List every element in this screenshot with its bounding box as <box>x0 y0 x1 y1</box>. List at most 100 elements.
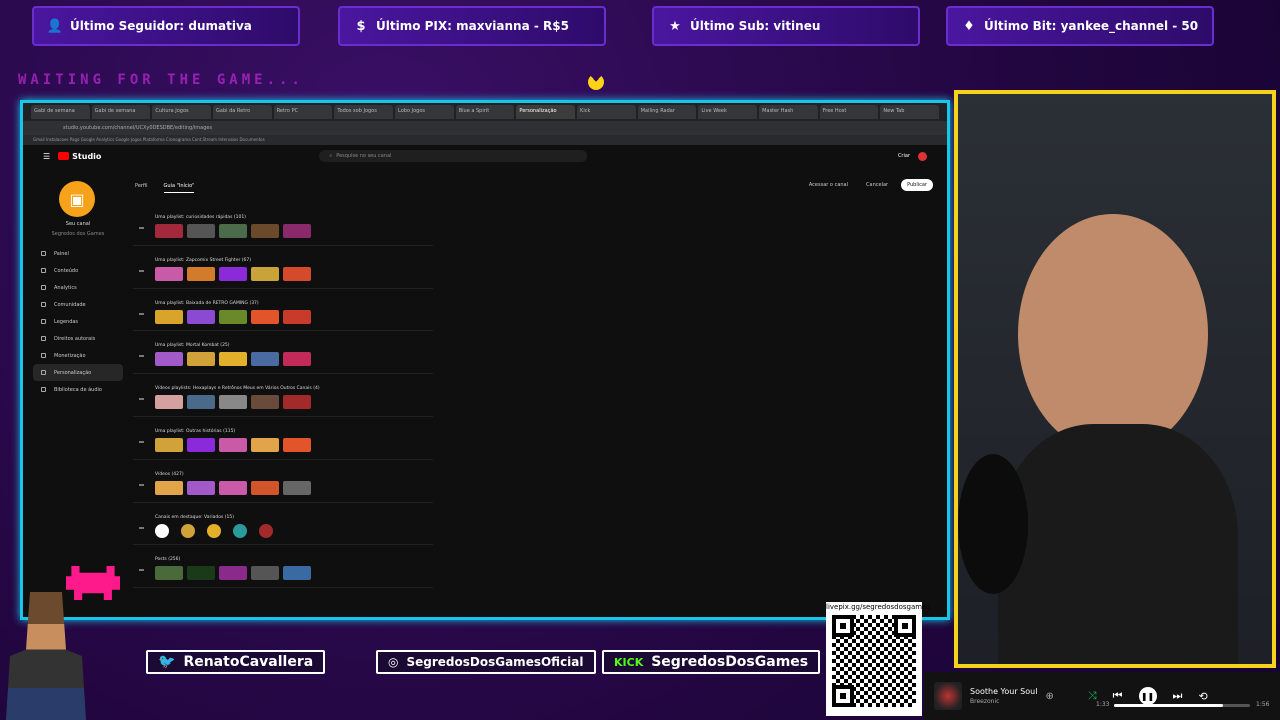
video-thumbnail <box>187 309 215 324</box>
sidebar-item-content[interactable]: Conteúdo <box>33 262 123 279</box>
social-label: RenatoCavallera <box>183 654 314 670</box>
video-thumbnail <box>283 352 311 367</box>
kick-icon: KICK <box>614 655 644 669</box>
video-thumbnail <box>155 266 183 281</box>
stat-label: Último Seguidor: dumativa <box>70 19 252 33</box>
home-section[interactable]: Uma playlist: Baixada de RETRO GAMING (3… <box>133 289 433 332</box>
browser-tab[interactable]: New Tab <box>880 105 940 119</box>
browser-tab[interactable]: Todos sob Jogos <box>334 105 394 119</box>
video-thumbnail <box>251 352 279 367</box>
sidebar-item-community[interactable]: Comunidade <box>33 296 123 313</box>
section-thumbnails <box>155 523 433 538</box>
copyright-icon <box>41 336 46 341</box>
video-thumbnail <box>187 437 215 452</box>
stat-last-sub: ★ Último Sub: vitineu <box>652 6 920 46</box>
cancel-button[interactable]: Cancelar <box>861 179 893 191</box>
brush-icon <box>41 370 46 375</box>
browser-tab[interactable]: Free Host <box>819 105 879 119</box>
studio-header: ☰ Studio ⌕ Pesquise no seu canal Criar <box>23 145 947 167</box>
video-thumbnail <box>251 437 279 452</box>
home-section[interactable]: Uma playlist: Zapcomix Street Fighter (6… <box>133 246 433 289</box>
browser-tab[interactable]: Retro PC <box>273 105 333 119</box>
progress-bar[interactable] <box>1114 704 1250 707</box>
home-section[interactable]: Canais em destaque: Variados (15) <box>133 503 433 546</box>
sidebar-item-subtitles[interactable]: Legendas <box>33 313 123 330</box>
track-artist: Breezonic <box>970 698 1000 705</box>
channel-avatar-thumbnail <box>155 523 169 538</box>
sidebar-item-customization[interactable]: Personalização <box>33 364 123 381</box>
drag-handle-icon[interactable] <box>139 398 144 401</box>
add-icon[interactable]: ⊕ <box>1045 691 1053 702</box>
tab-profile[interactable]: Perfil <box>135 183 148 193</box>
browser-tab-active[interactable]: Personalização <box>516 105 576 119</box>
pause-button[interactable]: ❚❚ <box>1138 687 1157 705</box>
tab-home[interactable]: Guia "Início" <box>163 183 195 193</box>
browser-tab[interactable]: Live Week <box>698 105 758 119</box>
browser-tab-strip: Gabi de semana Gabi de semana Cultura Jo… <box>23 103 947 121</box>
analytics-icon <box>41 285 46 290</box>
browser-tab[interactable]: Lobo Jogos <box>395 105 454 119</box>
search-input[interactable]: ⌕ Pesquise no seu canal <box>319 150 588 162</box>
social-instagram: ◎ SegredosDosGamesOficial <box>376 650 596 674</box>
section-title: Canais em destaque: Variados (15) <box>155 514 234 520</box>
browser-tab[interactable]: Mailing Radar <box>637 105 697 119</box>
home-section[interactable]: Uma playlist: curiosidades rápidas (101) <box>133 203 433 246</box>
stat-label: Último Bit: yankee_channel - 50 <box>984 19 1199 33</box>
menu-icon[interactable]: ☰ <box>43 152 50 161</box>
view-channel-button[interactable]: Acessar o canal <box>804 179 853 191</box>
avatar[interactable] <box>918 151 927 161</box>
drag-handle-icon[interactable] <box>139 526 144 529</box>
stat-last-follower: 👤 Último Seguidor: dumativa <box>32 6 300 46</box>
video-thumbnail <box>251 395 279 410</box>
studio-logo[interactable]: Studio <box>58 152 101 161</box>
repeat-icon[interactable]: ⟲ <box>1198 690 1207 703</box>
browser-tab[interactable]: Master Hash <box>759 105 818 119</box>
drag-handle-icon[interactable] <box>139 440 144 443</box>
browser-tab[interactable]: Gabi de semana <box>91 105 151 119</box>
browser-tab[interactable]: Gabi da Retro <box>213 105 272 119</box>
drag-handle-icon[interactable] <box>139 483 144 486</box>
browser-tab[interactable]: Cultura Jogos <box>152 105 212 119</box>
sidebar-item-copyright[interactable]: Direitos autorais <box>33 330 123 347</box>
video-thumbnail <box>283 480 311 495</box>
drag-handle-icon[interactable] <box>139 312 144 315</box>
previous-icon[interactable]: ⏮ <box>1113 689 1123 703</box>
channel-avatar[interactable]: ▣ <box>59 181 95 217</box>
sidebar-item-monetization[interactable]: Monetização <box>33 347 123 364</box>
next-icon[interactable]: ⏭ <box>1173 689 1183 703</box>
home-section[interactable]: Vídeos (427) <box>133 460 433 503</box>
duration-time: 1:56 <box>1256 701 1270 708</box>
drag-handle-icon[interactable] <box>139 355 144 358</box>
video-thumbnail <box>283 266 311 281</box>
drag-handle-icon[interactable] <box>139 569 144 572</box>
customization-tabs: Perfil Guia "Início" <box>135 183 195 193</box>
social-kick: KICK SegredosDosGames <box>602 650 821 674</box>
instagram-icon: ◎ <box>388 655 399 669</box>
home-section[interactable]: Posts (256) <box>133 545 433 589</box>
section-title: Uma playlist: curiosidades rápidas (101) <box>155 215 246 220</box>
address-bar[interactable]: studio.youtube.com/channel/UCXy0DESDBE/e… <box>23 121 947 135</box>
browser-tab[interactable]: Blue a Spirit <box>455 105 515 119</box>
channel-avatar-thumbnail <box>181 523 195 538</box>
video-thumbnail <box>187 266 215 281</box>
home-section[interactable]: Vídeos playlists: Hexaplays e Retrônos M… <box>133 374 433 417</box>
create-button[interactable]: Criar <box>898 153 910 159</box>
drag-handle-icon[interactable] <box>139 227 144 229</box>
bookmarks-bar[interactable]: Gmail Instalacoes Pago Google Analytics … <box>23 135 947 145</box>
drag-handle-icon[interactable] <box>139 269 144 272</box>
sidebar-item-dashboard[interactable]: Painel <box>33 245 123 262</box>
video-thumbnail <box>219 566 247 581</box>
browser-tab[interactable]: Kick <box>577 105 636 119</box>
sidebar-item-analytics[interactable]: Analytics <box>33 279 123 296</box>
home-section[interactable]: Uma playlist: Outras histórias (115) <box>133 417 433 460</box>
publish-button[interactable]: Publicar <box>901 179 933 191</box>
sidebar-item-audio-library[interactable]: Biblioteca de áudio <box>33 381 123 398</box>
home-section[interactable]: Uma playlist: Mortal Kombat (25) <box>133 331 433 375</box>
browser-tab[interactable]: Gabi de semana <box>31 105 90 119</box>
video-thumbnail <box>155 437 183 452</box>
youtube-play-icon <box>58 152 70 160</box>
video-thumbnail <box>251 309 279 324</box>
section-thumbnails <box>155 266 433 281</box>
sidebar-item-label: Comunidade <box>54 301 86 308</box>
section-title: Posts (256) <box>155 557 181 563</box>
